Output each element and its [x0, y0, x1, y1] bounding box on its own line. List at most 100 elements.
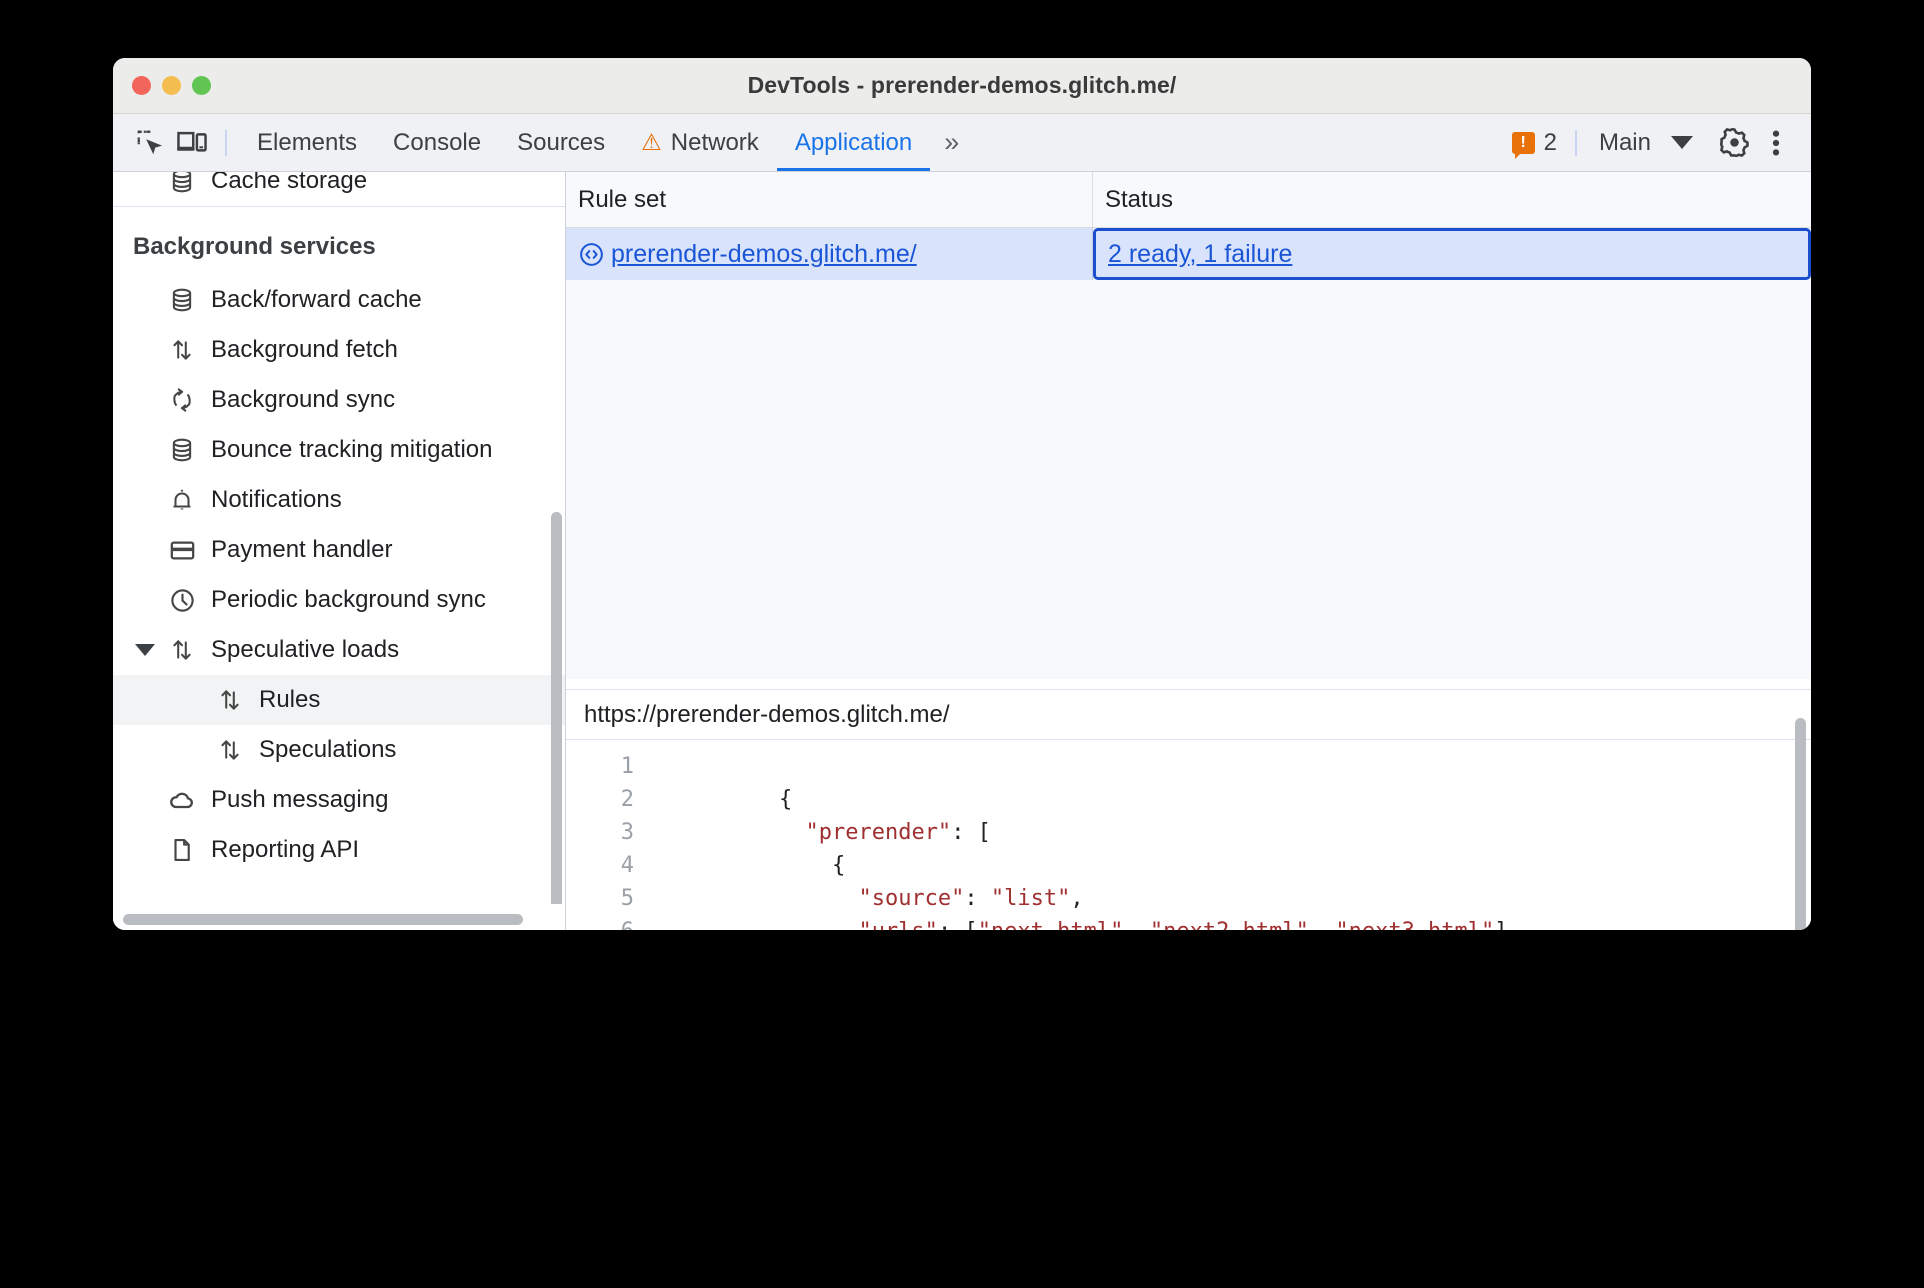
sidebar-item-background-sync[interactable]: Background sync — [113, 375, 565, 425]
pane-splitter[interactable] — [566, 679, 1811, 689]
tab-elements-label: Elements — [257, 128, 358, 156]
tab-elements[interactable]: Elements — [239, 115, 375, 171]
sidebar-item-periodic-background-sync[interactable]: Periodic background sync — [113, 575, 565, 625]
credit-card-icon — [163, 537, 201, 564]
sidebar-item-notifications[interactable]: Notifications — [113, 475, 565, 525]
sidebar-item-label: Bounce tracking mitigation — [211, 436, 493, 463]
context-selector[interactable]: Main — [1589, 115, 1699, 171]
table-row[interactable]: prerender-demos.glitch.me/ 2 ready, 1 fa… — [566, 228, 1811, 280]
tab-network-label: Network — [670, 128, 759, 156]
main-pane: Rule set Status prerender-demos.glitch.m… — [566, 172, 1811, 930]
code-line: 1 — [566, 750, 1811, 783]
tab-sources[interactable]: Sources — [499, 115, 623, 171]
application-sidebar: Cache storage Background services Back/f… — [113, 172, 566, 930]
database-icon — [163, 172, 201, 194]
database-icon — [163, 437, 201, 463]
code-line-text: "prerender": [ — [805, 820, 991, 845]
sidebar-item-label: Back/forward cache — [211, 286, 422, 313]
device-toolbar-icon[interactable] — [171, 123, 213, 163]
bell-icon — [163, 487, 201, 513]
sidebar-item-speculations[interactable]: Speculations — [113, 725, 565, 775]
sidebar-item-label: Speculations — [259, 736, 397, 763]
devtools-toolbar: Elements Console Sources ⚠ Network Appli… — [113, 114, 1811, 172]
more-tabs-button[interactable]: » — [930, 127, 975, 158]
rule-set-json-viewer[interactable]: 12 {3 "prerender": [4 {5 "source": "list… — [566, 740, 1811, 930]
close-window-button[interactable] — [132, 76, 151, 95]
sidebar-item-background-fetch[interactable]: Background fetch — [113, 325, 565, 375]
code-line-text: { — [726, 853, 846, 878]
sidebar-item-label: Notifications — [211, 486, 342, 513]
code-vertical-scrollbar[interactable] — [1795, 718, 1806, 930]
sidebar-item-back-forward-cache[interactable]: Back/forward cache — [113, 275, 565, 325]
sidebar-item-push-messaging[interactable]: Push messaging — [113, 775, 565, 825]
database-icon — [163, 287, 201, 313]
sidebar-item-label: Background sync — [211, 386, 396, 413]
zoom-window-button[interactable] — [192, 76, 211, 95]
context-selector-label: Main — [1598, 128, 1651, 156]
tab-application-label: Application — [794, 128, 913, 156]
sidebar-horizontal-scrollbar[interactable] — [123, 914, 523, 925]
sidebar-item-reporting-api[interactable]: Reporting API — [113, 825, 565, 875]
issues-warning-badge[interactable]: ! 2 — [1511, 128, 1557, 159]
sidebar-horizontal-scroll-track — [113, 904, 565, 930]
sync-icon — [163, 387, 201, 413]
updown-arrows-icon — [211, 737, 249, 763]
rule-set-link[interactable]: prerender-demos.glitch.me/ — [611, 240, 917, 269]
code-line: 3 "prerender": [ — [566, 816, 1811, 849]
code-line: 5 "source": "list", — [566, 882, 1811, 915]
cell-rule-set[interactable]: prerender-demos.glitch.me/ — [566, 228, 1093, 280]
sidebar-item-bounce-tracking-mitigation[interactable]: Bounce tracking mitigation — [113, 425, 565, 475]
updown-arrows-icon — [163, 637, 201, 663]
updown-arrows-icon — [163, 337, 201, 363]
sidebar-item-label: Rules — [259, 686, 321, 713]
sidebar-item-speculative-loads[interactable]: Speculative loads — [113, 625, 565, 675]
code-line: 6 "urls": ["next.html", "next2.html", "n… — [566, 915, 1811, 930]
warning-triangle-icon: ⚠ — [641, 129, 662, 155]
sidebar-item-label: Background fetch — [211, 336, 398, 363]
sidebar-item-label: Periodic background sync — [211, 586, 486, 613]
minimize-window-button[interactable] — [162, 76, 181, 95]
rule-set-grid: Rule set Status prerender-demos.glitch.m… — [566, 172, 1811, 679]
status-link[interactable]: 2 ready, 1 failure — [1108, 240, 1292, 269]
code-line-number: 2 — [620, 787, 634, 812]
sidebar-scroll-area: Cache storage Background services Back/f… — [113, 172, 565, 904]
tab-network[interactable]: ⚠ Network — [623, 115, 777, 171]
cloud-icon — [163, 786, 201, 814]
updown-arrows-icon — [211, 687, 249, 713]
sidebar-item-payment-handler[interactable]: Payment handler — [113, 525, 565, 575]
document-icon — [163, 837, 201, 863]
cell-status[interactable]: 2 ready, 1 failure — [1093, 228, 1811, 280]
code-brackets-icon — [578, 241, 605, 268]
tab-console[interactable]: Console — [375, 115, 499, 171]
tab-sources-label: Sources — [517, 128, 606, 156]
code-line-number: 1 — [620, 754, 634, 779]
sidebar-item-label: Speculative loads — [211, 636, 400, 663]
code-line-text: "source": "list", — [858, 886, 1084, 911]
devtools-window: DevTools - prerender-demos.glitch.me/ El… — [113, 58, 1811, 930]
toolbar-divider — [225, 129, 227, 156]
chevron-down-icon — [1671, 136, 1693, 149]
code-line: 4 { — [566, 849, 1811, 882]
gear-icon[interactable] — [1713, 123, 1755, 163]
code-line-number: 6 — [566, 915, 652, 930]
sidebar-vertical-scrollbar[interactable] — [551, 512, 562, 904]
code-line-number: 3 — [620, 820, 634, 845]
grid-header-row: Rule set Status — [566, 172, 1811, 228]
sidebar-item-cache-storage[interactable]: Cache storage — [113, 172, 565, 206]
code-line-text: { — [726, 787, 793, 812]
more-vertical-icon[interactable] — [1755, 123, 1797, 163]
traffic-light-buttons — [132, 76, 211, 95]
window-title: DevTools - prerender-demos.glitch.me/ — [747, 72, 1177, 98]
detail-source-url: https://prerender-demos.glitch.me/ — [566, 690, 1811, 740]
warning-count: 2 — [1543, 128, 1557, 156]
inspect-element-icon[interactable] — [129, 123, 171, 163]
code-line: 2 { — [566, 783, 1811, 816]
code-line-number: 5 — [620, 886, 634, 911]
code-line-text: "urls": ["next.html", "next2.html", "nex… — [652, 915, 1507, 930]
sidebar-item-rules[interactable]: Rules — [113, 675, 565, 725]
chevron-down-icon[interactable] — [135, 644, 155, 656]
tab-application[interactable]: Application — [777, 115, 930, 171]
column-header-rule-set[interactable]: Rule set — [566, 172, 1093, 227]
column-header-status[interactable]: Status — [1093, 172, 1811, 227]
